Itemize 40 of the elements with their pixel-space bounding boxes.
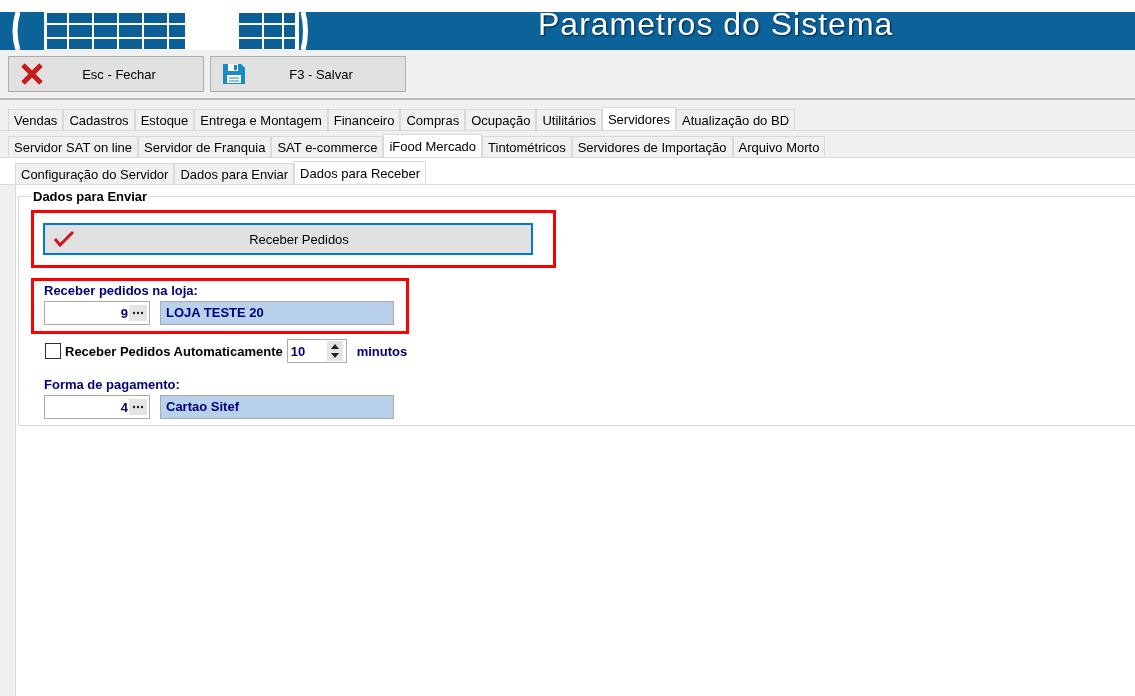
ellipsis-icon[interactable] [129, 399, 147, 415]
tab[interactable]: Atualização do BD [676, 109, 795, 130]
field-label: Receber pedidos na loja: [44, 283, 199, 298]
tab[interactable]: Arquivo Morto [732, 136, 826, 157]
tab[interactable]: Vendas [8, 109, 64, 130]
field-label: Forma de pagamento: [44, 377, 181, 392]
tab[interactable]: Servidor de Franquia [138, 136, 272, 157]
tab[interactable]: Financeiro [327, 109, 401, 130]
tab[interactable]: Servidores [601, 107, 677, 130]
tab[interactable]: Servidores de Importação [571, 136, 733, 157]
tab[interactable]: Utilitários [536, 109, 602, 130]
tab[interactable]: Ocupação [465, 109, 537, 130]
window-title: Parametros do Sistema [538, 12, 894, 43]
tab[interactable]: SAT e-commerce [271, 136, 384, 157]
tab[interactable]: Configuração do Servidor [15, 163, 175, 184]
interval-spinner[interactable]: 10 [286, 339, 347, 363]
code-field[interactable]: 4 [44, 395, 150, 419]
checkbox[interactable] [45, 343, 61, 359]
save-button[interactable]: F3 - Salvar [210, 56, 406, 92]
checkbox-label: Receber Pedidos Automaticamente [65, 343, 283, 359]
receive-orders-button[interactable]: Receber Pedidos [43, 223, 533, 255]
tab[interactable]: iFood Mercado [383, 134, 483, 157]
code-field[interactable]: 9 [44, 301, 150, 325]
close-icon [19, 61, 45, 87]
tab[interactable]: Dados para Enviar [174, 163, 295, 184]
checkmark-icon [53, 230, 75, 248]
tab[interactable]: Tintométricos [482, 136, 572, 157]
close-button[interactable]: Esc - Fechar [8, 56, 204, 92]
tab[interactable]: Dados para Receber [294, 161, 427, 184]
unit-label: minutos [356, 343, 408, 359]
spin-arrows-icon[interactable] [326, 341, 343, 361]
name-field: Cartao Sitef [160, 395, 394, 419]
tab[interactable]: Compras [400, 109, 466, 130]
tab[interactable]: Cadastros [63, 109, 135, 130]
ellipsis-icon[interactable] [129, 305, 147, 321]
tab[interactable]: Servidor SAT on line [8, 136, 139, 157]
name-field: LOJA TESTE 20 [160, 301, 394, 325]
group-title: Dados para Enviar [32, 189, 149, 204]
tab[interactable]: Estoque [134, 109, 195, 130]
tab[interactable]: Entrega e Montagem [194, 109, 328, 130]
